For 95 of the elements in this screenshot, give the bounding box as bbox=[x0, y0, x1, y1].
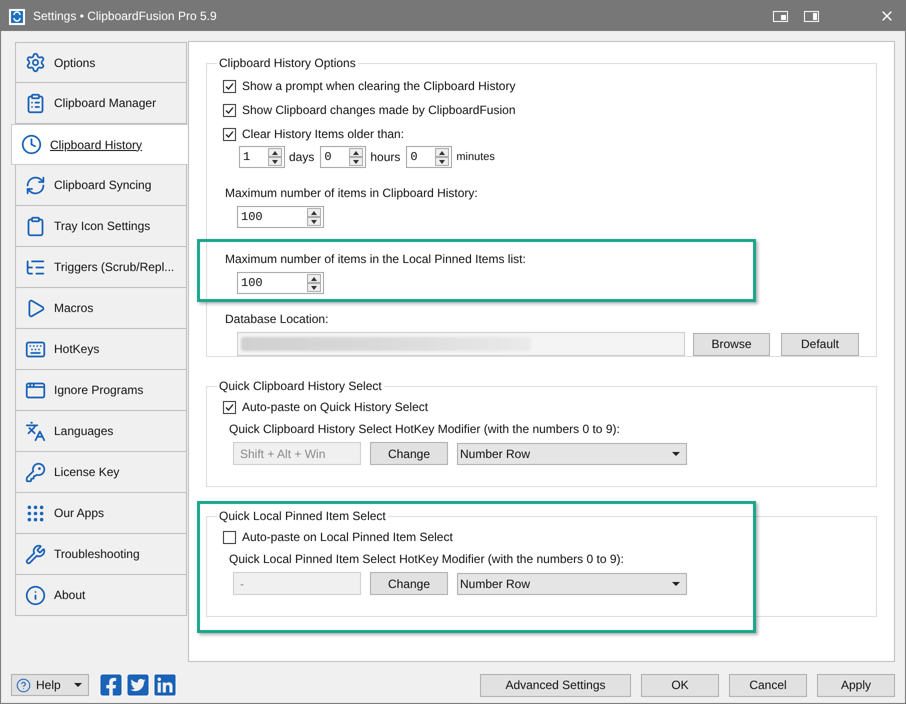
push-button[interactable]: Default bbox=[781, 332, 859, 356]
group-title: Quick Clipboard History Select bbox=[218, 378, 383, 395]
field-label: Database Location: bbox=[224, 311, 330, 328]
push-button[interactable]: Browse bbox=[693, 332, 770, 356]
push-button[interactable]: Apply bbox=[817, 674, 895, 696]
sync-icon bbox=[25, 174, 46, 196]
number-field[interactable]: 0 bbox=[320, 146, 366, 168]
clipboard-list-icon bbox=[25, 92, 46, 114]
spin-down-button[interactable] bbox=[435, 157, 450, 166]
help-icon bbox=[16, 678, 31, 692]
push-button[interactable]: OK bbox=[641, 674, 719, 696]
checkbox-label: Auto-paste on Quick History Select bbox=[242, 399, 428, 416]
push-button[interactable]: Cancel bbox=[729, 674, 807, 696]
window-layout-icon[interactable] bbox=[804, 10, 819, 22]
down-triangle-icon bbox=[353, 160, 360, 164]
caret-icon bbox=[672, 582, 680, 586]
checkbox-label: Show Clipboard changes made by ClipboardFusion bbox=[242, 102, 516, 119]
window-icon bbox=[25, 380, 46, 400]
unit-label: days bbox=[289, 149, 314, 166]
clock-icon bbox=[21, 134, 42, 155]
gear-icon bbox=[25, 52, 46, 73]
sidebar-item[interactable]: Ignore Programs bbox=[15, 370, 187, 411]
number-field[interactable]: 100 bbox=[237, 272, 324, 294]
sidebar-item[interactable]: Options bbox=[15, 42, 187, 83]
sidebar-item[interactable]: HotKeys bbox=[15, 329, 187, 370]
group-title: Clipboard History Options bbox=[218, 55, 357, 72]
field-label: Maximum number of items in Clipboard History: bbox=[224, 185, 479, 202]
down-triangle-icon bbox=[272, 160, 278, 164]
checkbox[interactable] bbox=[223, 400, 236, 414]
spin-up-button[interactable] bbox=[349, 148, 364, 157]
checkbox-label: Clear History Items older than: bbox=[242, 126, 404, 143]
unit-label: minutes bbox=[456, 150, 495, 165]
up-triangle-icon bbox=[439, 150, 446, 154]
sidebar-item[interactable]: Our Apps bbox=[15, 493, 187, 534]
caret-icon bbox=[672, 452, 680, 456]
sidebar-item[interactable]: Clipboard History bbox=[11, 124, 188, 165]
push-button[interactable]: Advanced Settings bbox=[480, 674, 631, 696]
translate-icon bbox=[25, 420, 46, 442]
dropdown[interactable]: Number Row bbox=[457, 572, 687, 594]
app-icon bbox=[9, 8, 25, 24]
snap-window-icon[interactable] bbox=[773, 10, 788, 22]
push-button[interactable]: Change bbox=[370, 442, 448, 465]
push-button[interactable]: Change bbox=[370, 572, 448, 595]
clipboard-icon bbox=[25, 216, 46, 236]
checkbox[interactable] bbox=[223, 80, 236, 92]
down-triangle-icon bbox=[439, 160, 446, 164]
wrench-icon bbox=[25, 544, 46, 564]
linkedin-icon[interactable] bbox=[153, 673, 177, 697]
sidebar-item[interactable]: Macros bbox=[15, 288, 187, 329]
key-icon bbox=[25, 462, 46, 482]
sidebar-item[interactable]: Languages bbox=[15, 411, 187, 452]
sidebar-item[interactable]: Troubleshooting bbox=[15, 534, 187, 575]
checkbox[interactable] bbox=[223, 530, 236, 544]
number-field[interactable]: 100 bbox=[237, 206, 324, 228]
up-triangle-icon bbox=[311, 276, 317, 280]
down-triangle-icon bbox=[311, 220, 317, 224]
sidebar-item[interactable]: About bbox=[15, 575, 187, 616]
caret-icon bbox=[74, 683, 82, 687]
help-button[interactable]: Help bbox=[11, 674, 89, 696]
dropdown[interactable]: Number Row bbox=[457, 442, 687, 464]
sidebar-item[interactable]: License Key bbox=[15, 452, 187, 493]
down-triangle-icon bbox=[311, 286, 317, 290]
facebook-icon[interactable] bbox=[99, 673, 123, 697]
unit-label: hours bbox=[370, 149, 400, 166]
field-label: Quick Clipboard History Select HotKey Modifier (with the numbers 0 to 9): bbox=[228, 421, 621, 438]
spin-down-button[interactable] bbox=[349, 157, 364, 166]
info-icon bbox=[25, 584, 46, 606]
number-field[interactable]: 0 bbox=[406, 146, 452, 168]
sidebar-item[interactable]: Triggers (Scrub/Repl... bbox=[15, 247, 187, 288]
group-title: Quick Local Pinned Item Select bbox=[218, 508, 387, 525]
checkbox[interactable] bbox=[223, 128, 236, 140]
window-title: Settings • ClipboardFusion Pro 5.9 bbox=[33, 8, 217, 25]
up-triangle-icon bbox=[311, 210, 317, 214]
keyboard-icon bbox=[25, 338, 46, 360]
path-field[interactable] bbox=[237, 332, 685, 356]
spin-up-button[interactable] bbox=[307, 274, 321, 283]
checkbox[interactable] bbox=[223, 104, 236, 116]
up-triangle-icon bbox=[353, 150, 360, 154]
twitter-icon[interactable] bbox=[126, 673, 150, 697]
checkbox-label: Auto-paste on Local Pinned Item Select bbox=[242, 529, 453, 546]
field-label: Maximum number of items in the Local Pinned Items list: bbox=[224, 251, 527, 268]
spin-down-button[interactable] bbox=[268, 157, 282, 166]
spin-down-button[interactable] bbox=[307, 217, 321, 226]
sidebar-item[interactable]: Clipboard Manager bbox=[15, 83, 187, 124]
spin-up-button[interactable] bbox=[307, 208, 321, 217]
up-triangle-icon bbox=[272, 150, 278, 154]
number-field[interactable]: 1 bbox=[239, 146, 285, 168]
spin-down-button[interactable] bbox=[307, 283, 321, 292]
checkbox-label: Show a prompt when clearing the Clipboard History bbox=[242, 78, 516, 95]
dot-grid-icon bbox=[25, 502, 46, 524]
spin-up-button[interactable] bbox=[435, 148, 450, 157]
spin-up-button[interactable] bbox=[268, 148, 282, 157]
sidebar-item[interactable]: Tray Icon Settings bbox=[15, 206, 187, 247]
sidebar-item[interactable]: Clipboard Syncing bbox=[15, 165, 187, 206]
field-label: Quick Local Pinned Item Select HotKey Modifier (with the numbers 0 to 9): bbox=[228, 551, 625, 568]
